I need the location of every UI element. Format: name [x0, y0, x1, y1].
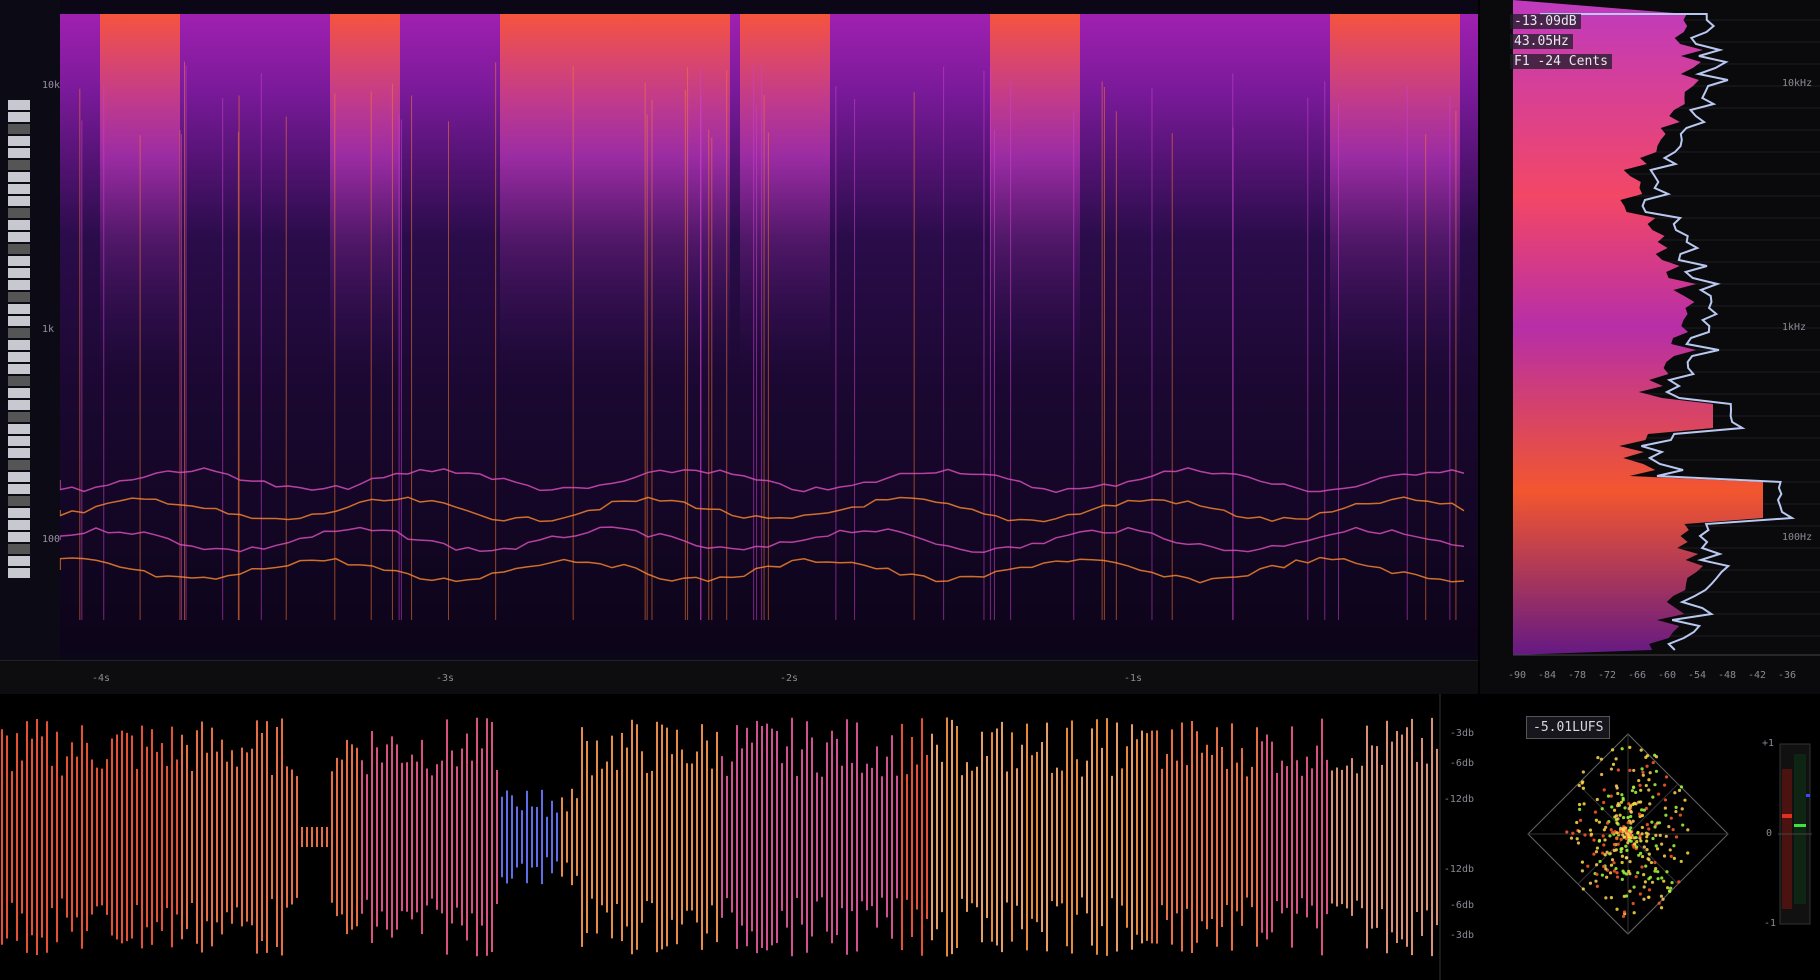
- piano-key: [8, 412, 30, 422]
- db-label-top-3: -3db: [1449, 728, 1474, 739]
- piano-key: [8, 568, 30, 578]
- time-label-2s: -2s: [780, 673, 799, 684]
- db-label-bottom-3: -3db: [1449, 930, 1474, 941]
- level-readout: -13.09dB: [1510, 14, 1581, 29]
- piano-key: [8, 292, 30, 302]
- piano-key: [8, 472, 30, 482]
- piano-key: [8, 556, 30, 566]
- spectrum-freq-10k: 10kHz: [1782, 78, 1813, 89]
- spectrogram-view[interactable]: 10k 1k 100: [0, 0, 1478, 660]
- db-label-top-6: -6db: [1449, 758, 1474, 769]
- piano-key: [8, 304, 30, 314]
- db-axis-tick: -48: [1718, 670, 1737, 681]
- spectrum-analyzer[interactable]: -13.09dB 43.05Hz F1 -24 Cents 10kHz 1kHz…: [1480, 0, 1820, 694]
- piano-key: [8, 244, 30, 254]
- piano-key: [8, 316, 30, 326]
- correlation-label-zero: 0: [1766, 828, 1773, 839]
- piano-key: [8, 544, 30, 554]
- db-axis-tick: -36: [1778, 670, 1797, 681]
- piano-key: [8, 376, 30, 386]
- time-label-4s: -4s: [92, 673, 111, 684]
- correlation-label-plus1: +1: [1762, 738, 1775, 749]
- db-axis-tick: -90: [1508, 670, 1527, 681]
- analysis-panel: -5.01LUFS +1 0 -1: [1480, 694, 1820, 980]
- db-axis-tick: -84: [1538, 670, 1557, 681]
- piano-key: [8, 256, 30, 266]
- db-label-top-12: -12db: [1443, 794, 1474, 805]
- piano-key: [8, 460, 30, 470]
- piano-key: [8, 400, 30, 410]
- piano-key: [8, 208, 30, 218]
- piano-key: [8, 352, 30, 362]
- piano-key: [8, 148, 30, 158]
- piano-key: [8, 436, 30, 446]
- freq-label-100: 100: [42, 534, 61, 545]
- db-label-bottom-12: -12db: [1443, 864, 1474, 875]
- db-axis-tick: -66: [1628, 670, 1647, 681]
- piano-key: [8, 532, 30, 542]
- note-readout: F1 -24 Cents: [1510, 54, 1612, 69]
- correlation-label-minus1: -1: [1764, 918, 1777, 929]
- piano-key: [8, 328, 30, 338]
- piano-key: [8, 340, 30, 350]
- piano-key: [8, 112, 30, 122]
- piano-key: [8, 520, 30, 530]
- db-label-bottom-6: -6db: [1449, 900, 1474, 911]
- db-axis-tick: -60: [1658, 670, 1677, 681]
- spectrum-canvas: [1513, 0, 1820, 656]
- time-label-1s: -1s: [1124, 673, 1143, 684]
- piano-key: [8, 196, 30, 206]
- piano-key: [8, 280, 30, 290]
- piano-key: [8, 508, 30, 518]
- db-axis-tick: -78: [1568, 670, 1587, 681]
- freq-label-10k: 10k: [42, 80, 61, 91]
- piano-key: [8, 232, 30, 242]
- piano-key: [8, 448, 30, 458]
- db-axis-tick: -42: [1748, 670, 1767, 681]
- piano-key: [8, 484, 30, 494]
- waveform-canvas: [1, 694, 1441, 980]
- piano-key: [8, 388, 30, 398]
- piano-key: [8, 100, 30, 110]
- db-axis-tick: -54: [1688, 670, 1707, 681]
- piano-key: [8, 496, 30, 506]
- time-axis: -4s -3s -2s -1s: [0, 660, 1478, 695]
- freq-label-1k: 1k: [42, 324, 55, 335]
- piano-key: [8, 172, 30, 182]
- piano-key: [8, 268, 30, 278]
- time-label-3s: -3s: [436, 673, 455, 684]
- waveform-view[interactable]: -3db -6db -12db -12db -6db -3db: [0, 694, 1478, 980]
- spectrum-freq-1k: 1kHz: [1782, 322, 1807, 333]
- piano-key: [8, 364, 30, 374]
- piano-key: [8, 424, 30, 434]
- piano-key: [8, 136, 30, 146]
- piano-key: [8, 184, 30, 194]
- piano-key: [8, 124, 30, 134]
- db-axis-tick: -72: [1598, 670, 1617, 681]
- piano-keyboard: [8, 100, 30, 600]
- frequency-readout: 43.05Hz: [1510, 34, 1573, 49]
- spectrum-freq-100: 100Hz: [1782, 532, 1813, 543]
- piano-key: [8, 220, 30, 230]
- spectrogram-canvas: [0, 0, 1478, 660]
- piano-key: [8, 160, 30, 170]
